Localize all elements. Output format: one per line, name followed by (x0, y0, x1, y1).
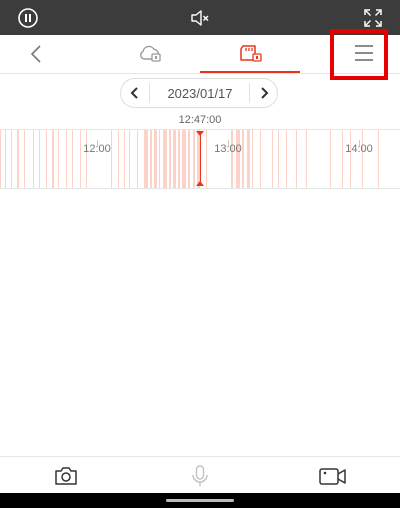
recording-segment (80, 130, 81, 188)
recording-segment (188, 130, 190, 188)
recording-segment (206, 130, 207, 188)
recording-segment (159, 130, 160, 188)
recording-segment (272, 130, 273, 188)
fullscreen-icon[interactable] (362, 7, 384, 29)
chevron-right-icon[interactable] (250, 79, 278, 107)
recording-segment (129, 130, 130, 188)
recording-segment (72, 130, 73, 188)
recording-segment (11, 130, 12, 188)
recording-segment (350, 130, 351, 188)
video-record-icon[interactable] (318, 463, 346, 489)
recording-segment (0, 130, 1, 188)
camera-snapshot-icon[interactable] (53, 463, 79, 489)
date-selector: 2023/01/17 (120, 78, 278, 108)
recording-segment (173, 130, 176, 188)
active-tab-indicator (200, 71, 300, 73)
back-arrow-icon[interactable] (27, 43, 47, 70)
recording-segment (252, 130, 253, 188)
recording-segment (52, 130, 54, 188)
recording-segment (144, 130, 148, 188)
recording-segment (58, 130, 59, 188)
timeline-cursor-bottom-marker (196, 181, 204, 186)
recording-segment (163, 130, 167, 188)
pause-circle-icon[interactable] (17, 7, 39, 29)
recording-segment (66, 130, 67, 188)
recording-segment (137, 130, 138, 188)
mute-icon[interactable] (189, 7, 211, 29)
recording-segment (260, 130, 261, 188)
home-indicator[interactable] (166, 499, 234, 502)
date-selector-row: 2023/01/17 (0, 78, 400, 110)
recording-segment (193, 130, 195, 188)
chevron-left-icon[interactable] (121, 79, 149, 107)
recording-segment (286, 130, 287, 188)
recording-segment (378, 130, 379, 188)
recording-segment (124, 130, 125, 188)
recording-segment (330, 130, 331, 188)
recording-segment (231, 130, 233, 188)
recording-segment (118, 130, 119, 188)
recording-segment (182, 130, 186, 188)
recording-segment (169, 130, 171, 188)
recording-segment (24, 130, 25, 188)
timeline-hour-label: 14:00 (345, 143, 373, 155)
sd-card-playback-icon[interactable] (238, 43, 264, 70)
date-divider-left (149, 83, 150, 103)
recording-segment (178, 130, 180, 188)
cloud-playback-icon[interactable] (138, 44, 164, 69)
recording-segment (17, 130, 19, 188)
recording-segment (306, 130, 307, 188)
timeline-hour-label: 12:00 (83, 143, 111, 155)
recording-segment (296, 130, 297, 188)
recording-segment (86, 130, 87, 188)
recording-segment (5, 130, 6, 188)
microphone-icon[interactable] (187, 463, 213, 489)
recording-segment (242, 130, 244, 188)
menu-highlight-box (330, 29, 388, 80)
recording-segment (111, 130, 112, 188)
recording-segment (362, 130, 363, 188)
date-value[interactable]: 2023/01/17 (151, 79, 249, 107)
recording-segment (46, 130, 47, 188)
timeline-hour-label: 13:00 (214, 143, 242, 155)
system-nav-bar (0, 493, 400, 508)
bottom-action-bar (0, 456, 400, 494)
recording-segment (236, 130, 240, 188)
timeline-cursor-top-marker (196, 131, 204, 136)
recording-segment (247, 130, 250, 188)
recording-segment (39, 130, 40, 188)
recording-segment (154, 130, 157, 188)
current-time-readout: 12:47:00 (178, 114, 222, 126)
recording-segment (150, 130, 152, 188)
recording-segment (278, 130, 279, 188)
recording-segment (33, 130, 34, 188)
timeline-cursor[interactable] (200, 132, 201, 185)
recording-segment (342, 130, 343, 188)
